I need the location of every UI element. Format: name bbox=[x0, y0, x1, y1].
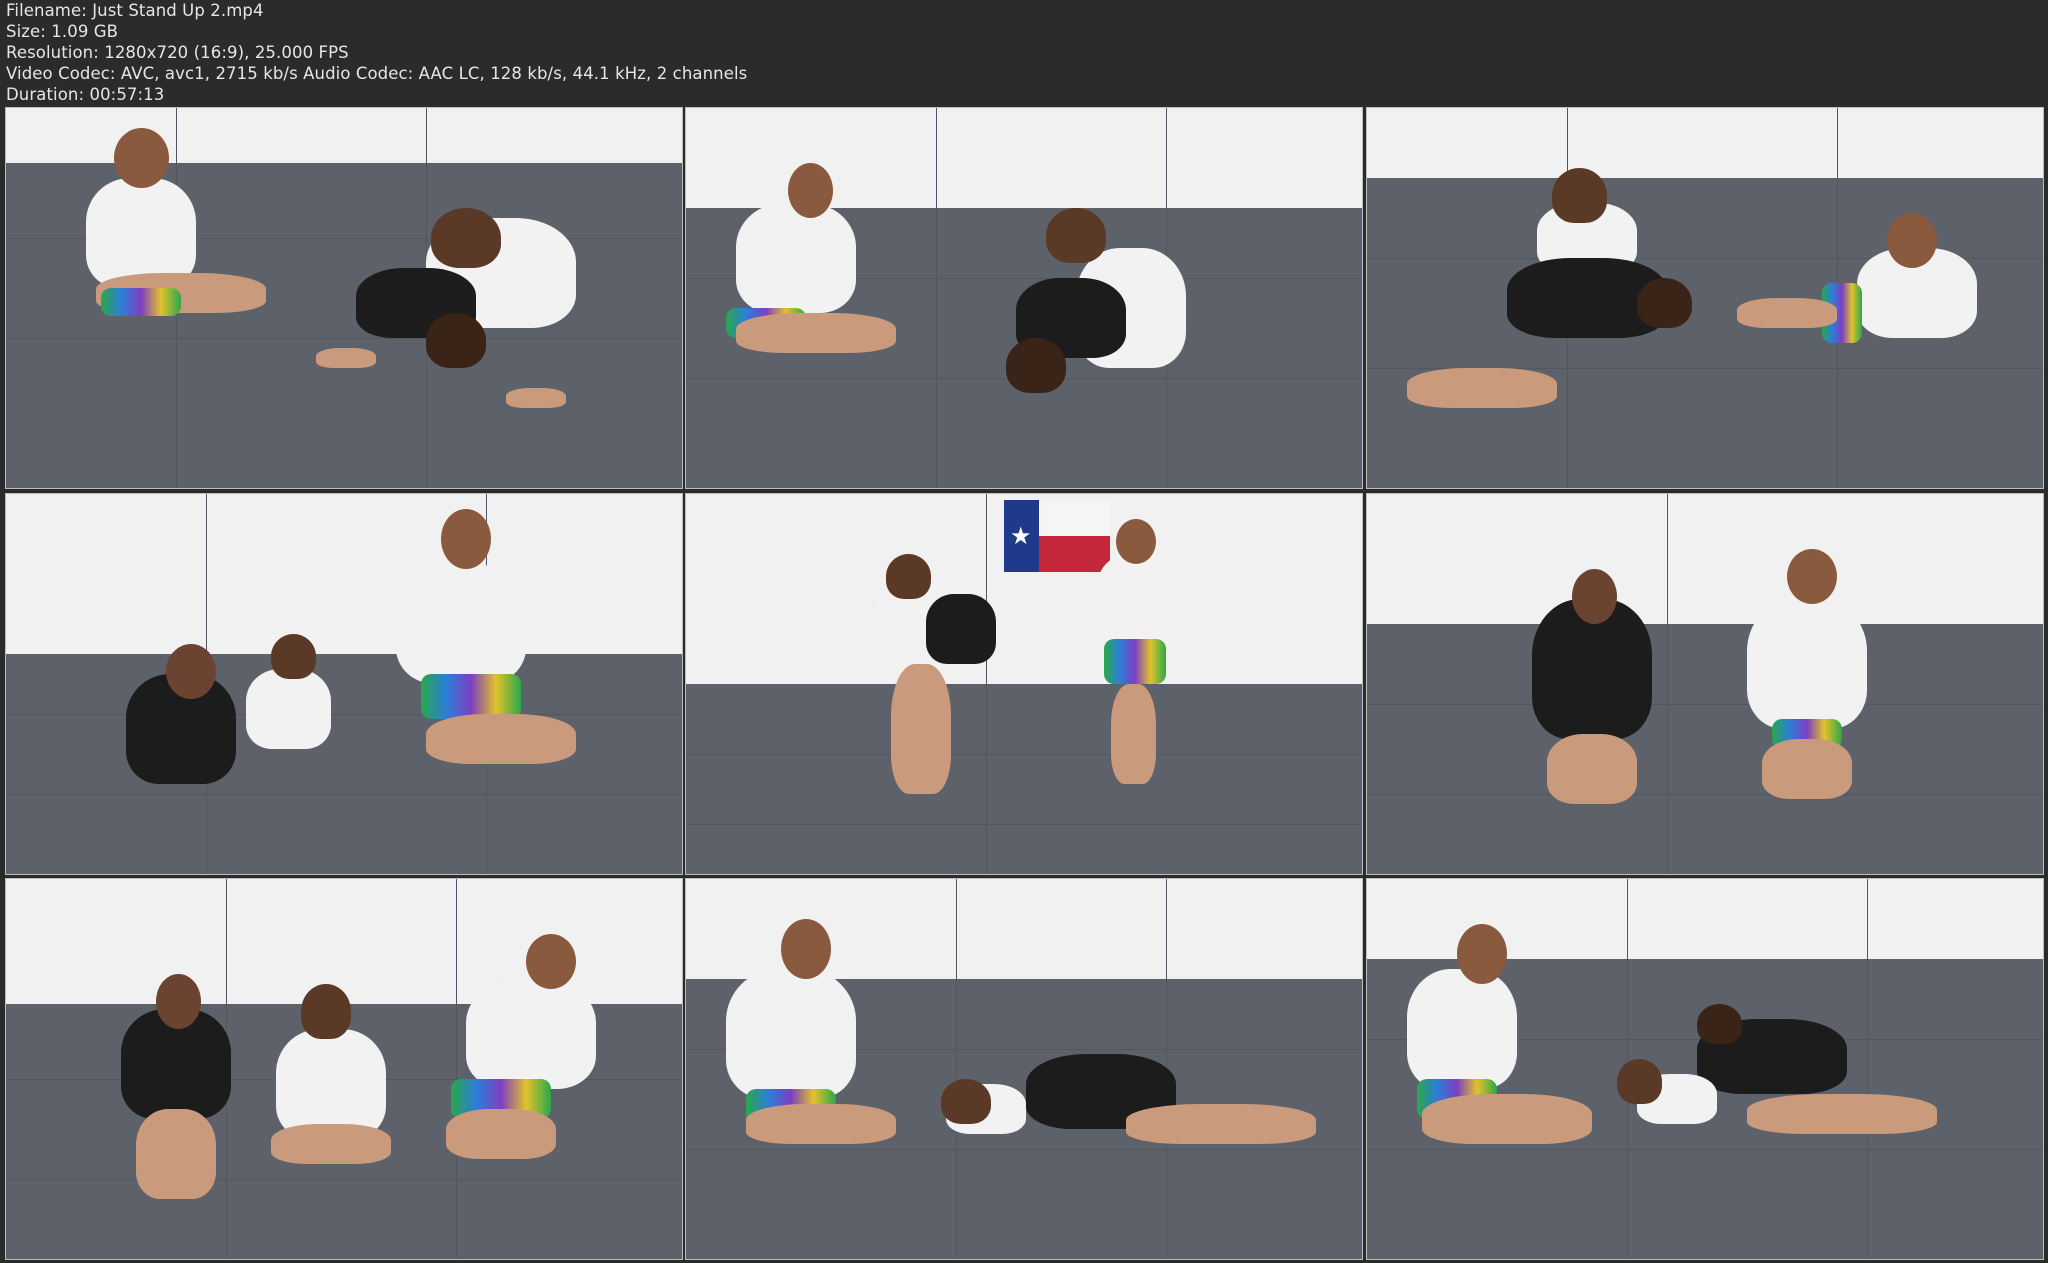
texas-flag-icon: ★ bbox=[1004, 500, 1110, 572]
resolution-text: Resolution: 1280x720 (16:9), 25.000 FPS bbox=[6, 43, 349, 62]
thumbnail-4[interactable] bbox=[5, 493, 683, 875]
thumbnail-5[interactable]: ★ bbox=[685, 493, 1363, 875]
thumbnail-grid: ★ bbox=[5, 107, 2044, 1260]
size-text: Size: 1.09 GB bbox=[6, 22, 119, 41]
filename-text: Filename: Just Stand Up 2.mp4 bbox=[6, 1, 264, 20]
file-info-panel: Filename: Just Stand Up 2.mp4 Size: 1.09… bbox=[6, 0, 747, 105]
thumbnail-3[interactable] bbox=[1366, 107, 2044, 489]
thumbnail-8[interactable] bbox=[685, 878, 1363, 1260]
thumbnail-6[interactable] bbox=[1366, 493, 2044, 875]
thumbnail-7[interactable] bbox=[5, 878, 683, 1260]
thumbnail-1[interactable] bbox=[5, 107, 683, 489]
duration-text: Duration: 00:57:13 bbox=[6, 85, 165, 104]
thumbnail-2[interactable] bbox=[685, 107, 1363, 489]
codec-text: Video Codec: AVC, avc1, 2715 kb/s Audio … bbox=[6, 64, 748, 83]
thumbnail-9[interactable] bbox=[1366, 878, 2044, 1260]
